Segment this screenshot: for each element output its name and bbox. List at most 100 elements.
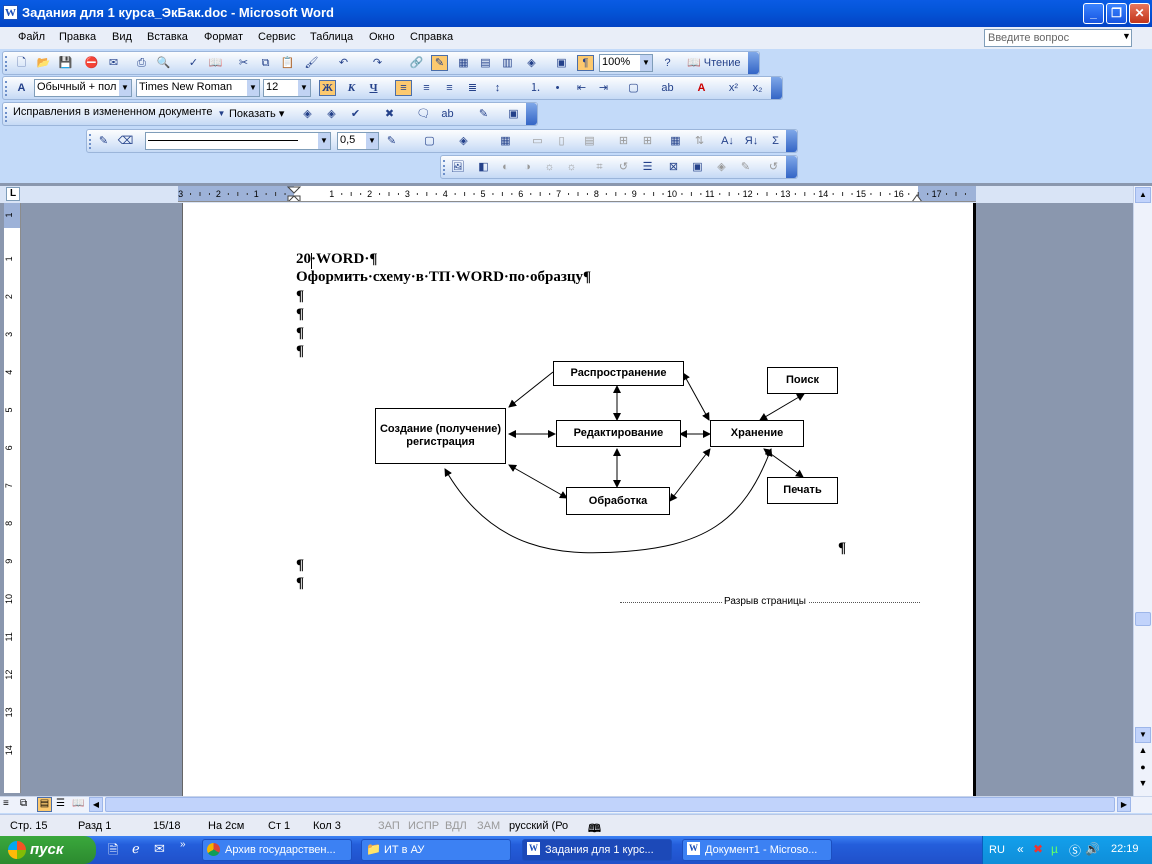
restore-button[interactable]: ❐ (1106, 3, 1127, 24)
insert-comment-icon[interactable]: 🗨 (415, 106, 432, 122)
redo-icon[interactable]: ↷ (369, 55, 386, 71)
hyperlink-icon[interactable]: 🔗 (408, 55, 425, 71)
display-for-review-combo[interactable]: Исправления в измененном документе (11, 105, 225, 123)
border-color-icon[interactable]: ✎ (383, 133, 400, 149)
tab-selector[interactable]: L (6, 187, 20, 201)
status-language[interactable]: русский (Ро (509, 820, 568, 832)
menu-table[interactable]: Таблица (310, 31, 353, 43)
vertical-scrollbar[interactable]: ▲ ▼ ▲ ● ▼ (1133, 186, 1152, 796)
insert-picture-icon[interactable]: 🖼 (449, 159, 466, 175)
underline-button[interactable]: Ч (365, 80, 382, 96)
line-spacing-icon[interactable]: ↕ (489, 80, 506, 96)
quicklaunch-word-icon[interactable]: 🗎 (108, 841, 118, 863)
color-icon[interactable]: ◧ (475, 159, 492, 175)
bold-button[interactable]: Ж (319, 80, 336, 96)
toolbar-grip[interactable] (5, 81, 8, 96)
align-center-icon[interactable]: ≡ (418, 80, 435, 96)
toolbar-grip[interactable] (5, 107, 8, 122)
eraser-icon[interactable]: ⌫ (117, 133, 134, 149)
language-indicator[interactable]: RU (989, 844, 1005, 856)
document-page[interactable]: 20·WORD·¶ Оформить·схему·в·ТП·WORD·по·об… (182, 203, 976, 796)
insert-excel-icon[interactable]: ▤ (477, 55, 494, 71)
borders-icon[interactable]: ▢ (625, 80, 642, 96)
accept-change-icon[interactable]: ✔ (347, 106, 364, 122)
next-change-icon[interactable]: ◈ (323, 106, 340, 122)
menu-view[interactable]: Вид (112, 31, 132, 43)
toolbar-grip[interactable] (443, 160, 446, 175)
status-extend[interactable]: ВДЛ (445, 820, 467, 832)
table-autoformat-icon[interactable]: ▦ (667, 133, 684, 149)
toolbar-options-icon[interactable] (786, 156, 797, 178)
toolbar-grip[interactable] (89, 134, 92, 149)
menu-edit[interactable]: Правка (59, 31, 96, 43)
email-icon[interactable]: ✉ (105, 55, 122, 71)
styles-icon[interactable]: A (13, 80, 30, 96)
align-left-icon[interactable]: ≡ (395, 80, 412, 96)
previous-page-icon[interactable]: ▲ (1135, 745, 1151, 761)
tray-antivirus-icon[interactable]: ✖ (1033, 842, 1043, 856)
box-storage[interactable]: Хранение (710, 420, 804, 447)
tray-skype-icon[interactable]: Ⓢ (1069, 842, 1081, 859)
new-document-icon[interactable]: 🗋 (13, 55, 30, 71)
italic-button[interactable]: К (343, 80, 360, 96)
spelling-icon[interactable]: ✓ (185, 55, 202, 71)
normal-view-icon[interactable]: ≡ (3, 798, 9, 809)
open-icon[interactable]: 📂 (35, 55, 52, 71)
copy-icon[interactable]: ⧉ (257, 55, 274, 71)
line-style-combo[interactable]: ▼ (145, 132, 331, 150)
web-view-icon[interactable]: ⧉ (20, 798, 27, 809)
reject-change-icon[interactable]: ✖ (381, 106, 398, 122)
document-map-icon[interactable]: ▣ (553, 55, 570, 71)
task-it-au[interactable]: ИТ в АУ (361, 839, 511, 861)
h-scroll-thumb[interactable] (105, 797, 1115, 812)
sort-descending-icon[interactable]: Я↓ (743, 133, 760, 149)
font-size-combo[interactable]: 12 ▼ (263, 79, 311, 97)
superscript-icon[interactable]: x² (725, 80, 742, 96)
task-document1[interactable]: Документ1 - Microso... (682, 839, 832, 861)
scroll-up-icon[interactable]: ▲ (1135, 187, 1151, 203)
help-icon[interactable]: ? (659, 55, 676, 71)
text-wrapping-icon[interactable]: ▣ (689, 159, 706, 175)
subscript-icon[interactable]: x₂ (749, 80, 766, 96)
insert-table-tb-icon[interactable]: ▦ (497, 133, 514, 149)
vertical-ruler[interactable]: 11234567891011121314 (4, 203, 21, 793)
box-search[interactable]: Поиск (767, 367, 838, 394)
quicklaunch-ie-icon[interactable]: ℯ (132, 841, 140, 857)
menu-tools[interactable]: Сервис (258, 31, 296, 43)
format-painter-icon[interactable]: 🖌 (303, 55, 320, 71)
horizontal-scrollbar[interactable]: ≡ ⧉ ▤ ☰ 📖 ◀ ▶ (0, 796, 1152, 813)
print-layout-icon[interactable]: ▤ (37, 797, 52, 812)
zoom-combo[interactable]: 100% ▼ (599, 54, 653, 72)
paste-icon[interactable]: 📋 (279, 55, 296, 71)
line-style-icon[interactable]: ☰ (639, 159, 656, 175)
print-icon[interactable]: ⎙ (133, 55, 150, 71)
word-app-icon[interactable]: W (3, 5, 18, 20)
status-record[interactable]: ЗАП (378, 820, 400, 832)
decrease-indent-icon[interactable]: ⇤ (573, 80, 590, 96)
drawing-icon[interactable]: ◈ (523, 55, 540, 71)
ask-question-input[interactable]: Введите вопрос (984, 29, 1132, 47)
status-overtype[interactable]: ЗАМ (477, 820, 500, 832)
box-editing[interactable]: Редактирование (556, 420, 681, 447)
font-combo[interactable]: Times New Roman ▼ (136, 79, 260, 97)
toolbar-options-icon[interactable] (786, 130, 797, 152)
browse-object-icon[interactable]: ● (1135, 762, 1151, 778)
columns-icon[interactable]: ▥ (499, 55, 516, 71)
outline-view-icon[interactable]: ☰ (56, 798, 65, 809)
menu-format[interactable]: Формат (204, 31, 243, 43)
track-changes-icon[interactable]: ✎ (475, 106, 492, 122)
box-print[interactable]: Печать (767, 477, 838, 504)
menu-insert[interactable]: Вставка (147, 31, 188, 43)
horizontal-ruler[interactable]: 3 2 1 1 2 3 4 5 6 7 8 9 10 11 12 13 14 15 16 17 (178, 186, 976, 202)
show-markup-menu[interactable]: Показать ▾ (229, 106, 291, 122)
menu-file[interactable]: Файл (18, 31, 45, 43)
reading-mode-button[interactable]: 📖 Чтение (687, 55, 747, 71)
task-archive[interactable]: Архив государствен... (202, 839, 352, 861)
reviewing-pane-icon[interactable]: ▣ (505, 106, 522, 122)
align-right-icon[interactable]: ≡ (441, 80, 458, 96)
scroll-down-icon[interactable]: ▼ (1135, 727, 1151, 743)
print-preview-icon[interactable]: 🔍 (155, 55, 172, 71)
minimize-button[interactable]: _ (1083, 3, 1104, 24)
permission-icon[interactable]: ⛔ (83, 55, 100, 71)
style-combo[interactable]: Обычный + пол ▼ (34, 79, 132, 97)
